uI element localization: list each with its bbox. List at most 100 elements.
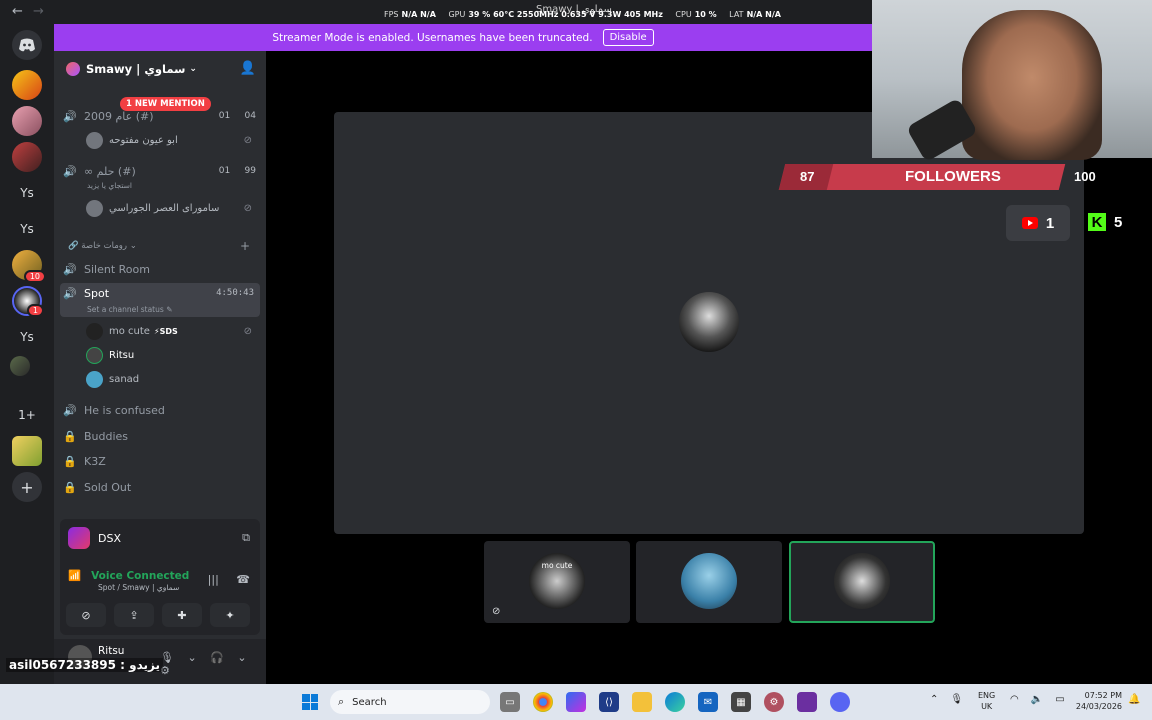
kick-viewers: K 5 [1088,213,1122,231]
chevron-down-icon[interactable]: ⌄ [237,651,246,664]
voice-controls: ||| ☎ [194,573,250,586]
avatar [679,292,739,352]
status-icons[interactable]: ◠ 🔈 ▭ [1010,694,1065,705]
server-icon-ys-2[interactable]: Ys [12,214,42,244]
discord-home-icon[interactable] [12,30,42,60]
channel-buddies[interactable]: 🔒 Buddies [60,425,260,447]
voice-location[interactable]: Spot / Smawy | سماوي [98,583,179,592]
server-icon-4[interactable]: 10 [12,250,46,283]
tile-label: mo cute [541,561,573,570]
soundboard-button[interactable]: ✦ [210,603,250,627]
disconnect-icon[interactable]: ☎ [236,573,250,586]
noise-suppression-icon[interactable]: ||| [208,573,219,586]
chevron-down-icon: ⌄ [189,64,197,74]
windows-start-icon[interactable] [302,694,318,710]
add-user-icon[interactable]: 👤 [240,61,256,76]
server-list: Ys Ys 10 1 Ys 1+ + [0,24,54,684]
lock-icon: 🔒 [63,480,77,494]
language-indicator[interactable]: ENG UK [978,690,995,712]
followers-label: FOLLOWERS [905,168,1001,185]
kick-count: 5 [1114,213,1123,231]
category-private-rooms[interactable]: 🔗 رومات خاصة ⌄ + [68,239,250,253]
notification-bell-icon[interactable]: 🔔 [1128,694,1140,705]
disable-button[interactable]: Disable [602,29,654,46]
discord-taskbar-icon[interactable] [830,692,850,712]
avatar [86,199,103,217]
edge-icon[interactable] [665,692,685,712]
voice-panel: DSX ⧉ 📶 Voice Connected Spot / Smawy | سم… [60,519,260,635]
server-icon-1plus[interactable]: 1+ [12,400,42,430]
server-icon-1[interactable] [12,70,42,100]
activity-row[interactable]: DSX [68,527,121,549]
chrome-icon[interactable] [533,692,553,712]
voice-user[interactable]: سامورای العصر الجوراسي ⊘ [86,198,256,218]
server-icon-ys-3[interactable]: Ys [12,322,42,352]
voice-channel-confused[interactable]: 🔊 He is confused [60,399,260,421]
signal-icon: 📶 [68,570,82,582]
file-explorer-icon[interactable] [632,692,652,712]
channel-k3z[interactable]: 🔒 K3Z [60,450,260,472]
followers-current: 87 [800,169,815,184]
chevron-down-icon[interactable]: ⌄ [187,651,196,664]
wifi-icon: ◠ [1010,694,1019,705]
search-icon: ⌕ [338,695,345,708]
add-server-icon[interactable]: + [12,472,42,502]
camera-off-button[interactable]: ⊘ [66,603,106,627]
participant-tile-ritsu[interactable] [789,541,935,623]
user-name[interactable]: Ritsu [98,645,124,657]
speaker-icon: 🔊 [63,109,77,123]
clock[interactable]: 07:52 PM 24/03/2026 [1070,690,1122,712]
webcam-feed [872,0,1152,163]
search-box[interactable]: ⌕ Search [330,690,490,714]
voice-user-ritsu[interactable]: Ritsu [86,345,256,365]
server-icon-ys-1[interactable]: Ys [12,178,42,208]
voice-user-sanad[interactable]: sanad [86,369,256,389]
channel-sold-out[interactable]: 🔒 Sold Out [60,476,260,498]
back-icon[interactable]: ← [12,4,23,19]
server-header[interactable]: Smawy | سماوي ⌄ 👤 [54,51,266,87]
voice-user-mo-cute[interactable]: mo cute ⚡SDS ⊘ [86,321,256,341]
server-icon-2[interactable] [12,106,42,136]
chevron-down-icon: ⌄ [129,241,137,251]
taskbar: ⌕ Search ▭ ⟨⟩ ✉ ▦ ⚙ ⌃ 🎙 ENG UK ◠ 🔈 ▭ 07:… [0,684,1152,720]
screen-share-icon[interactable]: ⧉ [242,531,250,545]
task-view-icon[interactable]: ▭ [500,692,520,712]
channel-status[interactable]: Set a channel status ✎ [87,305,172,314]
mic-tray-icon[interactable]: 🎙 [950,694,963,705]
voice-channel-silent-room[interactable]: 🔊 Silent Room [60,258,260,280]
activities-button[interactable]: ✚ [162,603,202,627]
avatar [86,370,103,388]
taskbar-apps: ▭ ⟨⟩ ✉ ▦ ⚙ [500,692,850,712]
voice-channel-dream[interactable]: 🔊 ∞ حلم (#) 01 99 [60,160,260,182]
participant-tile-sanad[interactable] [636,541,782,623]
voice-user[interactable]: ابو عيون مفتوحه ⊘ [86,130,256,150]
perf-overlay: FPS N/A N/A GPU 39 % 60°C 2550MHz 0.635 V … [384,10,781,19]
create-channel-icon[interactable]: + [240,239,250,253]
avatar [681,553,737,609]
vscode-icon[interactable]: ⟨⟩ [599,692,619,712]
activity-icon [68,527,90,549]
obs-icon[interactable] [797,692,817,712]
channel-counts: 01 99 [218,166,256,176]
store-icon[interactable]: ▦ [731,692,751,712]
chat-overlay-text: asil0567233895 : يزيدو [6,658,163,672]
settings-app-icon[interactable]: ⚙ [764,692,784,712]
forward-icon[interactable]: → [33,4,44,19]
share-screen-button[interactable]: ⇪ [114,603,154,627]
server-icon-6[interactable] [12,436,42,466]
headphones-icon[interactable]: 🎧 [210,651,224,664]
user-controls: 🎙 ⌄ 🎧 ⌄ ⚙ [150,651,266,677]
mail-icon[interactable]: ✉ [698,692,718,712]
voice-status[interactable]: 📶 Voice Connected [68,569,189,582]
battery-icon: ▭ [1055,694,1065,705]
avatar [86,346,103,364]
volume-icon: 🔈 [1030,694,1044,705]
voice-channel-2009[interactable]: 🔊 عام 2009 (#) 01 04 [60,105,260,127]
server-icon-active[interactable]: 1 [12,286,44,317]
nav-buttons: ← → [12,4,50,19]
participant-tile-mo-cute[interactable]: mo cute ⊘ [484,541,630,623]
chevron-up-icon[interactable]: ⌃ [930,694,938,705]
server-icon-3[interactable] [12,142,42,172]
copilot-icon[interactable] [566,692,586,712]
server-icon-5[interactable] [10,356,30,376]
